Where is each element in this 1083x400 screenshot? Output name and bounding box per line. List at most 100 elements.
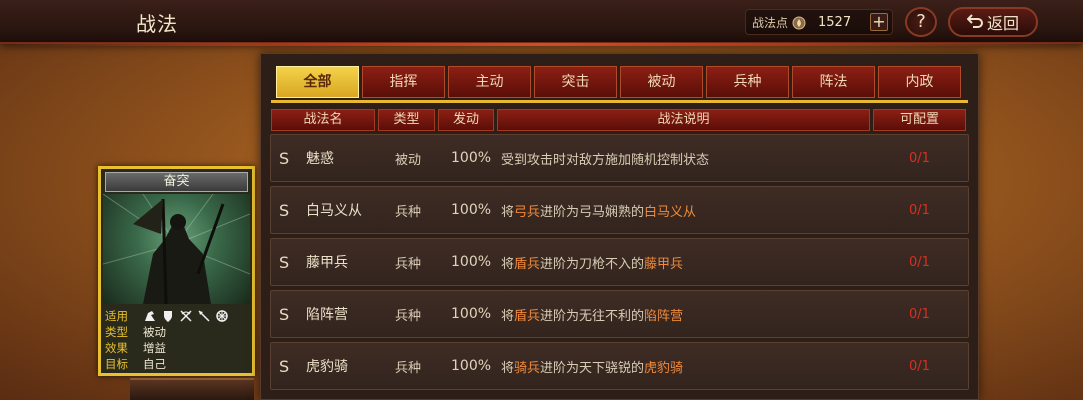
tactic-name: 魅惑 bbox=[306, 151, 334, 167]
tab-0[interactable]: 全部 bbox=[276, 66, 359, 98]
desc-highlight: 虎豹骑 bbox=[644, 360, 684, 376]
points-label: 战法点 bbox=[752, 15, 789, 30]
col-header-rate[interactable]: 发动 bbox=[438, 109, 494, 131]
tactic-config-count: 0/1 bbox=[909, 306, 930, 322]
tactic-grade: S bbox=[279, 148, 290, 168]
card-use-row: 适用 bbox=[105, 308, 250, 324]
desc-text: 将 bbox=[501, 360, 515, 376]
type-label: 类型 bbox=[105, 325, 128, 339]
tab-6[interactable]: 阵法 bbox=[792, 66, 875, 98]
card-type-row: 类型 被动 bbox=[105, 324, 250, 340]
tactic-name: 陷阵营 bbox=[306, 307, 348, 323]
desc-highlight: 陷阵营 bbox=[644, 308, 684, 324]
desc-highlight: 白马义从 bbox=[644, 204, 697, 220]
tactic-rate: 100% bbox=[451, 202, 492, 218]
tactic-rate: 100% bbox=[451, 150, 492, 166]
desc-highlight: 骑兵 bbox=[514, 360, 541, 376]
tactic-type: 兵种 bbox=[395, 308, 422, 324]
cavalry-icon bbox=[143, 309, 157, 323]
tactic-row[interactable]: S 陷阵营 兵种 100% 将盾兵进阶为无往不利的陷阵营 0/1 bbox=[270, 290, 969, 338]
tab-4[interactable]: 被动 bbox=[620, 66, 703, 98]
tactics-panel: 全部 指挥 主动 突击 被动 兵种 阵法 内政 战法名 类型 发动 战法说明 可配置 S 魅惑被… bbox=[260, 53, 979, 400]
desc-text: 将 bbox=[501, 308, 515, 324]
tactic-grade: S bbox=[279, 252, 290, 272]
return-arrow-icon bbox=[966, 13, 983, 32]
tab-3[interactable]: 突击 bbox=[534, 66, 617, 98]
tactic-name: 藤甲兵 bbox=[306, 255, 348, 271]
flame-icon bbox=[792, 15, 806, 30]
help-button[interactable]: ? bbox=[905, 7, 937, 37]
desc-text: 受到攻击时对敌方施加随机控制状态 bbox=[501, 152, 710, 168]
tactic-grade: S bbox=[279, 356, 290, 376]
target-label: 目标 bbox=[105, 357, 128, 371]
tactic-description: 将弓兵进阶为弓马娴熟的白马义从 bbox=[501, 201, 696, 220]
use-label: 适用 bbox=[105, 309, 128, 323]
target-value: 自己 bbox=[143, 357, 166, 371]
tactic-type: 兵种 bbox=[395, 360, 422, 376]
effect-label: 效果 bbox=[105, 341, 128, 355]
tactic-card[interactable]: 奋突 适用 类型 被动 效果 增益 目标 自己 bbox=[98, 166, 255, 376]
tactic-row[interactable]: S 白马义从 兵种 100% 将弓兵进阶为弓马娴熟的白马义从 0/1 bbox=[270, 186, 969, 234]
card-info: 适用 类型 被动 效果 增益 目标 自己 bbox=[105, 308, 250, 372]
card-title: 奋突 bbox=[105, 172, 248, 192]
type-value: 被动 bbox=[143, 325, 166, 339]
page-title: 战法 bbox=[136, 12, 178, 36]
col-header-name[interactable]: 战法名 bbox=[271, 109, 375, 131]
tactic-config-count: 0/1 bbox=[909, 254, 930, 270]
tactic-points-box: 战法点 1527 + bbox=[745, 9, 893, 35]
tactics-list: S 魅惑 被动 100% 受到攻击时对敌方施加随机控制状态 0/1 S 白马义从 兵种 100% 将… bbox=[270, 134, 969, 394]
back-button[interactable]: 返回 bbox=[948, 7, 1038, 37]
top-bar: 战法 战法点 1527 + ? 返回 bbox=[0, 0, 1083, 46]
tactic-grade: S bbox=[279, 200, 290, 220]
card-target-row: 目标 自己 bbox=[105, 356, 250, 372]
tab-5[interactable]: 兵种 bbox=[706, 66, 789, 98]
col-header-config[interactable]: 可配置 bbox=[873, 109, 966, 131]
desc-highlight: 藤甲兵 bbox=[644, 256, 684, 272]
tab-2[interactable]: 主动 bbox=[448, 66, 531, 98]
next-card-peek[interactable] bbox=[130, 378, 254, 400]
tactic-config-count: 0/1 bbox=[909, 202, 930, 218]
desc-text: 将 bbox=[501, 256, 515, 272]
tactic-description: 将盾兵进阶为无往不利的陷阵营 bbox=[501, 305, 683, 324]
back-label: 返回 bbox=[986, 14, 1019, 33]
tactic-row[interactable]: S 藤甲兵 兵种 100% 将盾兵进阶为刀枪不入的藤甲兵 0/1 bbox=[270, 238, 969, 286]
add-points-button[interactable]: + bbox=[870, 13, 888, 31]
desc-text: 进阶为天下骁锐的 bbox=[540, 360, 645, 376]
card-illustration bbox=[103, 194, 250, 304]
bow-icon bbox=[179, 309, 193, 323]
desc-highlight: 盾兵 bbox=[514, 308, 541, 324]
desc-text: 进阶为弓马娴熟的 bbox=[540, 204, 645, 220]
tactic-name: 虎豹骑 bbox=[306, 359, 348, 375]
tactic-config-count: 0/1 bbox=[909, 358, 930, 374]
desc-text: 将 bbox=[501, 204, 515, 220]
tactic-row[interactable]: S 魅惑 被动 100% 受到攻击时对敌方施加随机控制状态 0/1 bbox=[270, 134, 969, 182]
shield-icon bbox=[161, 309, 175, 323]
tab-7[interactable]: 内政 bbox=[878, 66, 961, 98]
tactic-row[interactable]: S 虎豹骑 兵种 100% 将骑兵进阶为天下骁锐的虎豹骑 0/1 bbox=[270, 342, 969, 390]
spear-icon bbox=[197, 309, 211, 323]
table-header: 战法名 类型 发动 战法说明 可配置 bbox=[271, 109, 966, 131]
col-header-desc: 战法说明 bbox=[497, 109, 870, 131]
card-effect-row: 效果 增益 bbox=[105, 340, 250, 356]
wheel-icon bbox=[215, 309, 229, 323]
tactic-description: 将盾兵进阶为刀枪不入的藤甲兵 bbox=[501, 253, 683, 272]
tactic-config-count: 0/1 bbox=[909, 150, 930, 166]
tactic-type: 兵种 bbox=[395, 204, 422, 220]
tactic-rate: 100% bbox=[451, 254, 492, 270]
tactic-type: 兵种 bbox=[395, 256, 422, 272]
tactic-grade: S bbox=[279, 304, 290, 324]
effect-value: 增益 bbox=[143, 341, 166, 355]
tactic-type: 被动 bbox=[395, 152, 422, 168]
category-tabs: 全部 指挥 主动 突击 被动 兵种 阵法 内政 bbox=[276, 66, 961, 98]
tactic-description: 将骑兵进阶为天下骁锐的虎豹骑 bbox=[501, 357, 683, 376]
desc-highlight: 盾兵 bbox=[514, 256, 541, 272]
tactic-description: 受到攻击时对敌方施加随机控制状态 bbox=[501, 149, 709, 168]
desc-text: 进阶为无往不利的 bbox=[540, 308, 645, 324]
tactic-rate: 100% bbox=[451, 306, 492, 322]
tab-1[interactable]: 指挥 bbox=[362, 66, 445, 98]
col-header-type[interactable]: 类型 bbox=[378, 109, 435, 131]
tactic-name: 白马义从 bbox=[306, 203, 362, 219]
tab-underline bbox=[271, 100, 968, 103]
desc-text: 进阶为刀枪不入的 bbox=[540, 256, 645, 272]
points-value: 1527 bbox=[818, 14, 852, 30]
